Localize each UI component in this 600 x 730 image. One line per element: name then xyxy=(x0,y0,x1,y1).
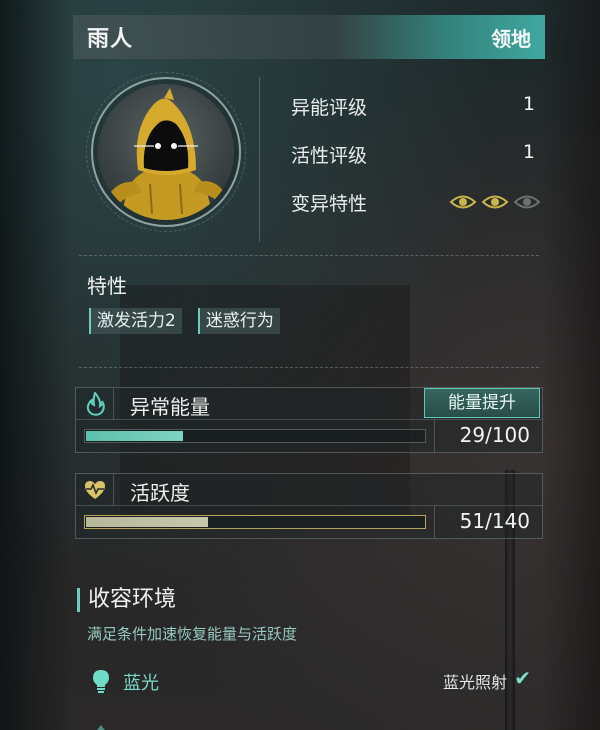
divider xyxy=(434,506,435,538)
background-shade-right xyxy=(540,0,600,730)
activity-header: 活跃度 xyxy=(76,474,542,506)
activity-bar-row: 51/140 xyxy=(76,506,542,538)
activity-panel: 活跃度 51/140 xyxy=(75,473,543,539)
energy-fill xyxy=(86,431,183,441)
activity-count: 51/140 xyxy=(459,509,530,533)
stat-label: 活性评级 xyxy=(291,145,368,167)
portrait-frame xyxy=(86,72,246,232)
stat-activity-rank: 活性评级 1 xyxy=(291,141,541,189)
environment-row-partial xyxy=(91,721,541,730)
environment-title: 收容环境 xyxy=(77,588,176,612)
energy-header: 异常能量 能量提升 xyxy=(76,388,542,420)
energy-panel: 异常能量 能量提升 29/100 xyxy=(75,387,543,453)
eye-icon xyxy=(513,195,541,209)
divider xyxy=(259,77,260,242)
trait-tag[interactable]: 迷惑行为 xyxy=(197,308,280,334)
anomaly-info-panel: 雨人 领地 异能评级 1 活性评级 1 变异特性 特性 激发活力2 迷惑行为 异… xyxy=(73,15,545,730)
environment-condition: 蓝光照射 xyxy=(442,673,507,692)
energy-boost-button[interactable]: 能量提升 xyxy=(424,388,540,418)
stat-mutation: 变异特性 xyxy=(291,189,541,237)
environment-subtitle: 满足条件加速恢复能量与活跃度 xyxy=(87,625,298,643)
check-icon: ✔ xyxy=(514,666,531,690)
energy-count: 29/100 xyxy=(459,423,530,447)
energy-title: 异常能量 xyxy=(130,395,210,419)
panel-header: 雨人 领地 xyxy=(73,15,545,59)
activity-fill xyxy=(86,517,208,527)
dashed-divider xyxy=(79,367,539,368)
stat-ability-rank: 异能评级 1 xyxy=(291,93,541,141)
eye-icon xyxy=(481,195,509,209)
stat-label: 变异特性 xyxy=(291,193,368,215)
dashed-divider xyxy=(79,255,539,256)
activity-bar xyxy=(84,515,426,529)
activity-title: 活跃度 xyxy=(130,481,190,505)
heartbeat-icon xyxy=(76,474,114,506)
stat-value: 1 xyxy=(522,141,535,163)
environment-label: 蓝光 xyxy=(123,673,159,694)
eye-icon xyxy=(449,195,477,209)
trait-tag[interactable]: 激发活力2 xyxy=(89,308,182,334)
environment-row-blue-light[interactable]: 蓝光 蓝光照射 ✔ xyxy=(91,666,541,695)
stat-value: 1 xyxy=(522,93,535,115)
flame-icon xyxy=(76,388,114,420)
background-shade-left xyxy=(0,0,72,730)
divider xyxy=(434,420,435,452)
stats-list: 异能评级 1 活性评级 1 变异特性 xyxy=(291,93,541,237)
energy-bar-row: 29/100 xyxy=(76,420,542,452)
anomaly-name: 雨人 xyxy=(87,27,134,52)
anomaly-portrait[interactable] xyxy=(98,84,234,220)
energy-bar xyxy=(84,429,426,443)
lightbulb-icon xyxy=(93,670,109,693)
drop-icon xyxy=(97,725,105,730)
traits-title: 特性 xyxy=(87,274,127,298)
territory-tag[interactable]: 领地 xyxy=(491,23,531,52)
traits-list: 激发活力2 迷惑行为 xyxy=(89,308,280,334)
stat-label: 异能评级 xyxy=(291,97,368,119)
mutation-eyes[interactable] xyxy=(449,193,541,211)
